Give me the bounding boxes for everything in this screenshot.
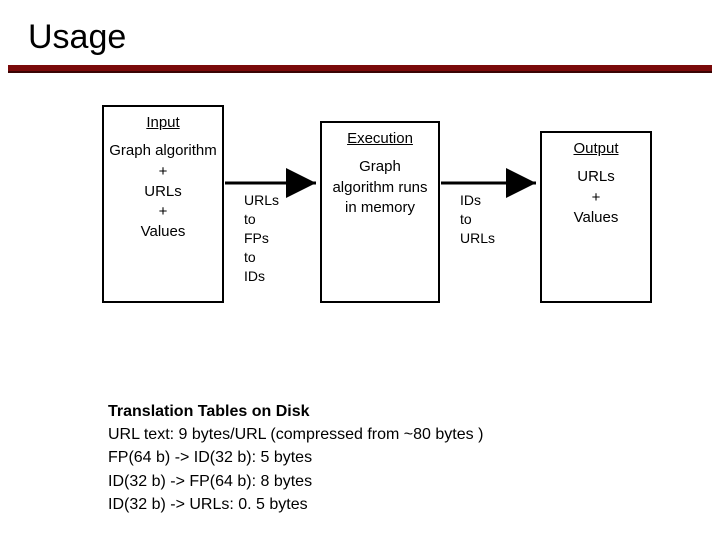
arrow-1-label: URLs to FPs to IDs	[244, 191, 304, 285]
arrow-2-label: IDs to URLs	[460, 191, 520, 248]
page-title: Usage	[0, 0, 720, 65]
input-body: Graph algorithm + URLs + Values	[108, 141, 218, 242]
input-box: Input Graph algorithm + URLs + Values	[102, 105, 224, 303]
output-box: Output URLs + Values	[540, 131, 652, 303]
notes-line: URL text: 9 bytes/URL (compressed from ~…	[108, 423, 483, 446]
notes-line: ID(32 b) -> URLs: 0. 5 bytes	[108, 493, 483, 516]
diagram: Input Graph algorithm + URLs + Values Ex…	[0, 105, 720, 335]
input-header: Input	[108, 113, 218, 133]
notes: Translation Tables on Disk URL text: 9 b…	[108, 400, 483, 516]
output-body: URLs + Values	[546, 167, 646, 228]
output-header: Output	[546, 139, 646, 159]
execution-body: Graph algorithm runs in memory	[326, 157, 434, 218]
execution-header: Execution	[326, 129, 434, 149]
notes-line: ID(32 b) -> FP(64 b): 8 bytes	[108, 470, 483, 493]
notes-line: FP(64 b) -> ID(32 b): 5 bytes	[108, 446, 483, 469]
notes-heading: Translation Tables on Disk	[108, 400, 483, 423]
slide: Usage Input Graph algorithm + URLs + Val…	[0, 0, 720, 540]
title-rule	[8, 65, 712, 71]
execution-box: Execution Graph algorithm runs in memory	[320, 121, 440, 303]
